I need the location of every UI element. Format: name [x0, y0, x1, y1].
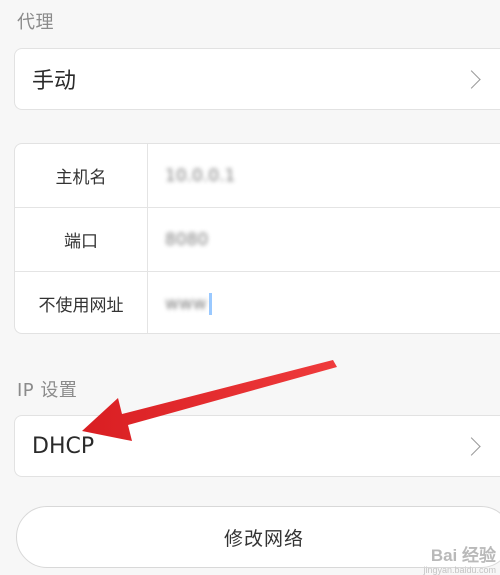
- bypass-input[interactable]: www: [165, 294, 207, 314]
- text-cursor: [208, 292, 212, 315]
- proxy-settings-table: 主机名 10.0.0.1 端口 8080 不使用网址 www: [14, 143, 500, 334]
- table-row-port[interactable]: 端口 8080: [15, 207, 500, 271]
- proxy-mode-row[interactable]: 手动: [14, 48, 500, 110]
- table-row-hostname[interactable]: 主机名 10.0.0.1: [15, 144, 500, 207]
- chevron-right-icon: [462, 436, 481, 456]
- watermark-sub: jingyan.baidu.com: [423, 565, 496, 575]
- chevron-right-icon: [462, 69, 481, 89]
- hostname-input[interactable]: 10.0.0.1: [165, 166, 235, 186]
- ip-section-label: IP 设置: [17, 380, 78, 401]
- ip-mode-value: DHCP: [32, 433, 95, 459]
- port-input[interactable]: 8080: [165, 230, 208, 250]
- hostname-label: 主机名: [55, 168, 107, 188]
- watermark-main: Bai 经验: [430, 546, 496, 565]
- table-row-bypass[interactable]: 不使用网址 www: [15, 271, 500, 335]
- port-label: 端口: [64, 232, 98, 252]
- proxy-section-label: 代理: [17, 12, 54, 33]
- ip-settings-row[interactable]: DHCP: [14, 415, 500, 477]
- bypass-label: 不使用网址: [38, 296, 124, 316]
- baidu-jingyan-watermark: Bai 经验 jingyan.baidu.com: [423, 547, 496, 575]
- proxy-mode-value: 手动: [32, 69, 77, 94]
